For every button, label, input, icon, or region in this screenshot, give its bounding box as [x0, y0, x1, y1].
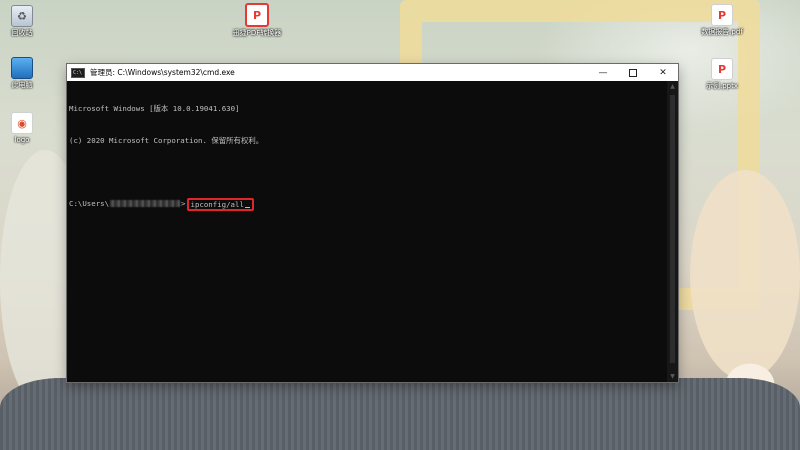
cmd-icon: C:\ [71, 67, 85, 78]
console-output[interactable]: Microsoft Windows [版本 10.0.19041.630] (c… [67, 81, 667, 382]
window-titlebar[interactable]: C:\ 管理员: C:\Windows\system32\cmd.exe — ✕ [67, 64, 678, 81]
maximize-icon [629, 68, 637, 77]
recycle-bin-icon: ♻ [11, 5, 33, 27]
computer-icon [11, 57, 33, 79]
desktop-icon-label: 示例.pptx [706, 82, 738, 90]
desktop-icon-logo[interactable]: ◉ logo [0, 112, 50, 145]
command-text: ipconfig/all [190, 199, 244, 209]
desktop-icon-label: 数据报告.pdf [701, 28, 743, 36]
maximize-button[interactable] [618, 64, 648, 81]
desktop-icon-label: 此电脑 [11, 81, 33, 89]
prompt-prefix: C:\Users\ [69, 198, 110, 208]
desktop-icon-label: 回收站 [11, 29, 33, 37]
desktop-icon-label: logo [14, 136, 30, 144]
console-line: (c) 2020 Microsoft Corporation. 保留所有权利。 [69, 135, 264, 145]
console-line: Microsoft Windows [版本 10.0.19041.630] [69, 104, 240, 113]
scroll-down-icon[interactable]: ▼ [667, 371, 678, 382]
desktop-icon-pdf-converter[interactable]: P 迅捷PDF转换器 [229, 3, 285, 38]
minimize-icon: — [598, 67, 608, 78]
close-button[interactable]: ✕ [648, 64, 678, 81]
desktop-icon-this-pc[interactable]: 此电脑 [0, 57, 50, 90]
window-title: 管理员: C:\Windows\system32\cmd.exe [90, 68, 235, 77]
text-cursor [244, 207, 250, 209]
close-icon: ✕ [659, 67, 667, 78]
cmd-window[interactable]: C:\ 管理员: C:\Windows\system32\cmd.exe — ✕… [67, 64, 678, 382]
desktop-icon-label: 迅捷PDF转换器 [232, 29, 282, 37]
window-controls: — ✕ [588, 64, 678, 81]
prompt-suffix: > [181, 198, 186, 208]
desktop-icon-pdf-file[interactable]: P 数据报告.pdf [694, 4, 750, 37]
pptx-file-icon: P [711, 58, 733, 80]
redacted-username [110, 200, 181, 208]
scrollbar-thumb[interactable] [670, 95, 675, 363]
desktop-icon-pptx-file[interactable]: P 示例.pptx [694, 58, 750, 91]
scroll-up-icon[interactable]: ▲ [667, 81, 678, 92]
desktop-icon-recycle-bin[interactable]: ♻ 回收站 [0, 5, 50, 38]
wallpaper-sofa [0, 378, 800, 450]
pdf-converter-app-icon: P [245, 3, 269, 27]
console-prompt-line: C:\Users\ > ipconfig/all [69, 198, 667, 212]
command-highlight: ipconfig/all [186, 198, 254, 212]
vertical-scrollbar[interactable]: ▲ ▼ [667, 81, 678, 382]
logo-image-icon: ◉ [11, 112, 33, 134]
minimize-button[interactable]: — [588, 64, 618, 81]
pdf-file-icon: P [711, 4, 733, 26]
